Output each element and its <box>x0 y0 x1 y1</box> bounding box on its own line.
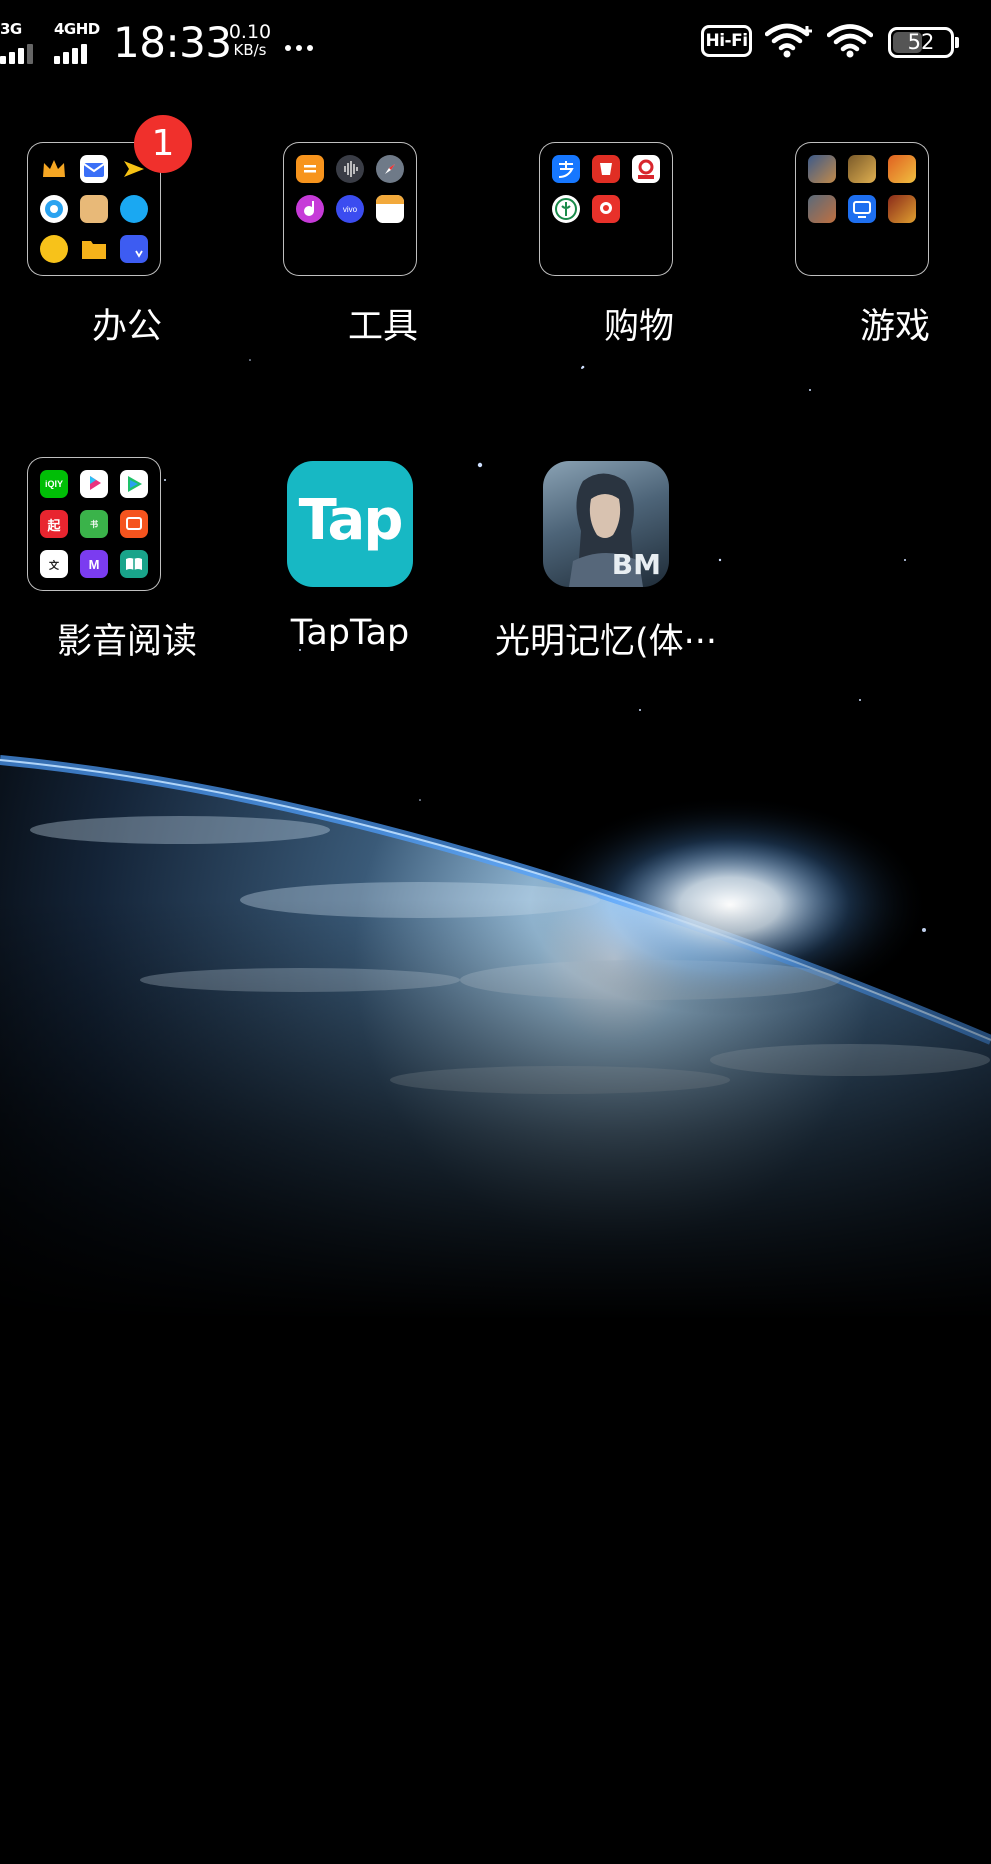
folder-label: 游戏 <box>859 307 930 347</box>
folder-media-preview: iQIY 起 书 文 M <box>27 457 161 591</box>
alipay-app-icon <box>552 155 580 183</box>
hifi-icon: Hi-Fi <box>701 25 752 57</box>
reader-app-icon: 书 <box>80 510 108 538</box>
network-speed-value: 0.10 <box>228 21 272 43</box>
game-app-icon <box>808 155 836 183</box>
vivo-app-icon: vivo <box>336 195 364 223</box>
m-app-icon: M <box>80 550 108 578</box>
clock: 18:33 <box>113 18 232 67</box>
status-bar: 3G 4GHD 18:33 0.10 KB/s Hi-Fi 52 <box>0 0 991 86</box>
taptap-app-icon: Tap <box>287 461 413 587</box>
music-app-icon <box>296 195 324 223</box>
battery-icon: 52 <box>888 27 959 58</box>
browser-app-icon <box>40 195 68 223</box>
folder-label: 办公 <box>91 307 162 347</box>
network-speed-unit: KB/s <box>233 41 267 59</box>
pinduoduo-app-icon <box>592 155 620 183</box>
files-folder-icon <box>80 235 108 263</box>
bank-app-icon <box>552 195 580 223</box>
cloud-app-icon <box>120 195 148 223</box>
network-speed: 0.10 KB/s <box>226 22 274 59</box>
mango-tv-icon <box>120 510 148 538</box>
folder-shopping-preview <box>539 142 673 276</box>
folder-games-preview <box>795 142 929 276</box>
compass-app-icon <box>376 155 404 183</box>
vivo-files-icon <box>120 235 148 263</box>
battery-level: 52 <box>907 30 935 54</box>
game-app-icon <box>808 195 836 223</box>
iqiyi-app-icon: iQIY <box>40 470 68 498</box>
game-center-icon <box>848 195 876 223</box>
app-label: 光明记忆(体··· <box>494 622 718 662</box>
yellow-circle-app-icon <box>40 235 68 263</box>
recorder-app-icon <box>336 155 364 183</box>
game-app-icon <box>888 195 916 223</box>
app-label: TapTap <box>290 613 410 653</box>
mail-app-icon <box>80 155 108 183</box>
network-type-label: 4GHD <box>54 20 100 38</box>
youku-app-icon <box>80 470 108 498</box>
taptap-icon-text: Tap <box>298 488 404 553</box>
memo-app-icon <box>376 195 404 223</box>
notification-badge: 1 <box>134 115 192 173</box>
folder-label: 影音阅读 <box>56 622 197 662</box>
racing-game-icon <box>888 155 916 183</box>
meituan-app-icon <box>592 195 620 223</box>
folder-label: 工具 <box>347 307 418 347</box>
crown-app-icon <box>40 155 68 183</box>
game-app-icon <box>848 155 876 183</box>
bright-memory-app-icon: BM <box>543 461 669 587</box>
notes-app-icon <box>80 195 108 223</box>
space-wallpaper <box>0 0 991 1864</box>
qidian-app-icon: 起 <box>40 510 68 538</box>
wifi-icon <box>827 24 873 58</box>
network-type-label: 3G <box>0 20 22 38</box>
folder-tools-preview: vivo <box>283 142 417 276</box>
more-notifications-icon <box>285 38 318 56</box>
novel-app-icon: 文 <box>40 550 68 578</box>
jd-app-icon <box>632 155 660 183</box>
home-screen: 3G 4GHD 18:33 0.10 KB/s Hi-Fi 52 1 办公 vi… <box>0 0 991 1864</box>
folder-label: 购物 <box>603 307 674 347</box>
calculator-app-icon <box>296 155 324 183</box>
tencent-video-icon <box>120 470 148 498</box>
books-app-icon <box>120 550 148 578</box>
wifi-hotspot-icon <box>765 23 812 58</box>
bright-memory-icon-text: BM <box>611 548 661 581</box>
